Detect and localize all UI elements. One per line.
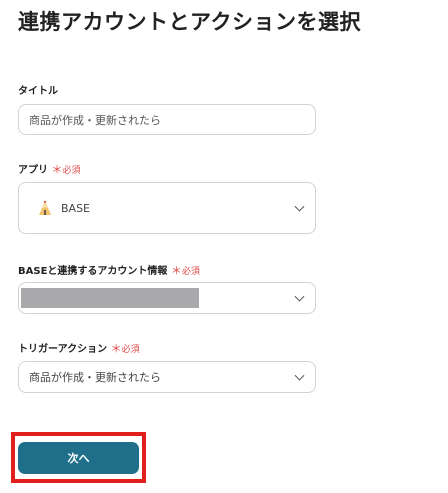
title-field-label: タイトル bbox=[18, 86, 58, 97]
trigger-field-label: トリガーアクション ＊必須 bbox=[18, 342, 140, 355]
required-badge: ＊必須 bbox=[170, 264, 200, 277]
next-button[interactable]: 次へ bbox=[18, 442, 139, 474]
trigger-action-select[interactable]: 商品が作成・更新されたら bbox=[18, 361, 316, 393]
redacted-account-value bbox=[21, 288, 199, 308]
chevron-down-icon bbox=[294, 291, 305, 302]
trigger-action-value: 商品が作成・更新されたら bbox=[29, 371, 161, 384]
app-field-label: アプリ ＊必須 bbox=[18, 163, 81, 176]
account-field-label: BASEと連携するアカウント情報 ＊必須 bbox=[18, 264, 200, 277]
required-badge: ＊必須 bbox=[110, 342, 140, 355]
chevron-down-icon bbox=[294, 201, 305, 212]
base-logo-icon bbox=[39, 200, 51, 215]
title-input[interactable] bbox=[18, 104, 316, 135]
account-select[interactable] bbox=[18, 282, 316, 314]
chevron-down-icon bbox=[294, 370, 305, 381]
required-badge: ＊必須 bbox=[51, 163, 81, 176]
app-select-value: BASE bbox=[61, 201, 91, 215]
page-title: 連携アカウントとアクションを選択 bbox=[18, 10, 361, 34]
next-button-highlight: 次へ bbox=[11, 432, 146, 483]
app-select[interactable]: BASE bbox=[18, 182, 316, 234]
